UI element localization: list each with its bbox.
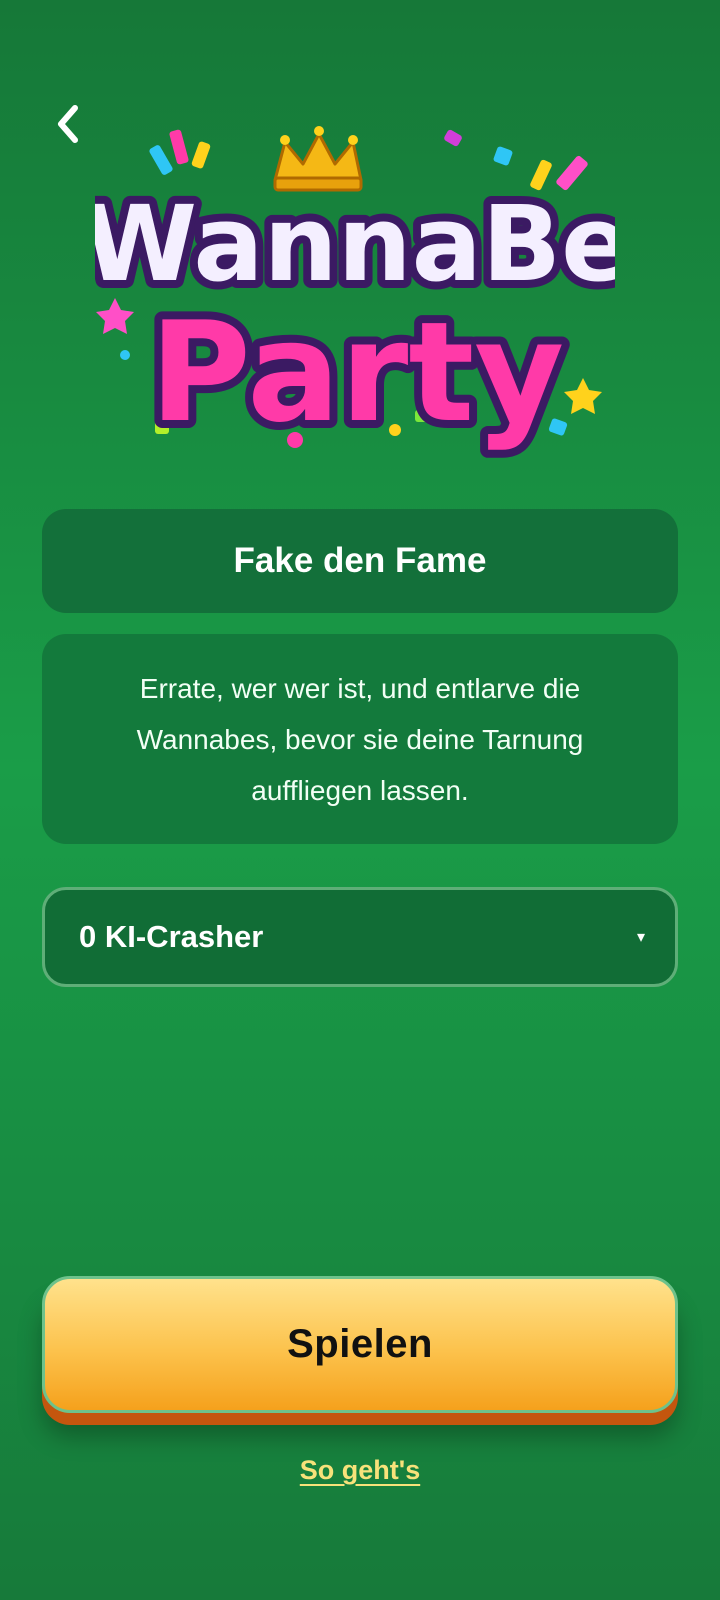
play-button[interactable]: Spielen [42,1276,678,1413]
game-description: Errate, wer wer ist, und entlarve die Wa… [136,672,584,806]
game-description-card: Errate, wer wer ist, und entlarve die Wa… [42,634,678,844]
ki-crasher-select[interactable]: 0 KI-Crasher ▾ [42,887,678,987]
wannabe-party-logo: WannaBe Party [95,126,615,461]
logo-line1-text: WannaBe [95,183,615,305]
back-button[interactable] [46,96,90,152]
logo-line2: Party [142,284,573,461]
chevron-down-icon: ▾ [636,929,645,946]
game-title: Fake den Fame [233,541,487,580]
ki-crasher-select-value: 0 KI-Crasher [79,919,264,954]
how-to-play-link[interactable]: So geht's [0,1455,720,1486]
chevron-left-icon [58,105,78,143]
play-button-label: Spielen [287,1322,433,1366]
game-title-card: Fake den Fame [42,509,678,613]
logo-line2-text: Party [150,292,565,453]
crown-icon [273,126,363,192]
